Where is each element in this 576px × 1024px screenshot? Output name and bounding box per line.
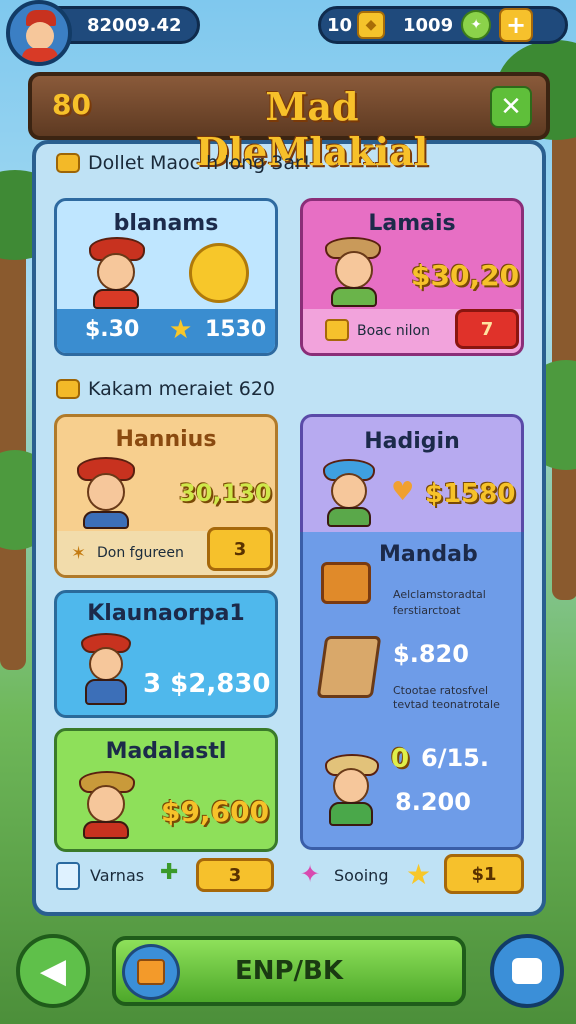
card-desc-3: Ctootae ratosfvel [393, 684, 489, 697]
card-price: 30,130 [179, 479, 272, 507]
farmer-character [79, 633, 133, 707]
farmer-character [323, 237, 383, 307]
card-desc-4: tevtad teonatrotale [393, 698, 500, 711]
close-button[interactable]: ✕ [490, 86, 532, 128]
card-title: Hannius [115, 427, 217, 452]
card-price-3: 8.200 [395, 788, 471, 816]
coin-amount: 82009.42 [87, 14, 182, 36]
chat-icon [512, 958, 542, 984]
card-footer: $.30 ★ 1530 [57, 309, 275, 353]
section-title-2: Kakam meraiet 620 [88, 378, 276, 400]
card-price-1: $.820 [393, 640, 469, 668]
resource-bar: 10 ◆ 1009 ✦ + [318, 6, 568, 44]
card-footer-text: Boac nilon [357, 323, 430, 339]
card-madalastl[interactable]: Madalastl $9,600 [54, 728, 278, 852]
card-price: $1580 [425, 479, 516, 509]
bread-icon: ✶ [71, 543, 87, 564]
footer-right-label: Sooing [334, 866, 389, 885]
card-title: Lamais [368, 211, 456, 236]
card-blanams[interactable]: blanams $.30 ★ 1530 [54, 198, 278, 356]
farmer-character [75, 771, 137, 841]
card-mandab[interactable]: Mandab Aelclamstoradtal ferstiarctoat $.… [300, 532, 524, 850]
main-action-button[interactable]: ENP/BK [112, 936, 466, 1006]
card-klaunaorpa1[interactable]: Klaunaorpa1 3 $2,830 [54, 590, 278, 718]
farmer-character [85, 237, 145, 309]
card-price: $9,600 [161, 795, 270, 828]
card-title: blanams [113, 211, 219, 236]
gold-block-icon: ◆ [357, 11, 385, 39]
add-currency-button[interactable]: + [499, 8, 534, 42]
candy-icon: ✦ [300, 860, 321, 888]
coin-stack-icon [56, 379, 80, 399]
gift-box-icon [325, 319, 349, 341]
star-icon: ★ [406, 858, 432, 891]
farmer-character [75, 457, 137, 529]
card-title: Madalastl [105, 739, 227, 764]
card-desc-2: ferstiarctoat [393, 604, 461, 617]
card-price: $30,20 [411, 259, 520, 292]
box-icon [56, 862, 80, 890]
farmer-character [323, 754, 383, 828]
card-lamais[interactable]: Lamais $30,20 Boac nilon 7 [300, 198, 524, 356]
card-title: Klaunaorpa1 [87, 601, 245, 626]
card-price-2: 6/15. [421, 744, 489, 772]
title-banner: 80 Mad DleMlakial ✕ [28, 72, 550, 174]
banner-level: 80 [52, 88, 91, 121]
chat-button[interactable] [490, 934, 564, 1008]
section-title-1: Dollet Maoc h long 3ar! [88, 152, 311, 174]
heart-icon: ♥ [391, 477, 415, 507]
buy-button[interactable]: 3 [207, 527, 273, 571]
card-footer: ✶ Don fgureen 3 [57, 527, 275, 575]
card-value: 1530 [205, 317, 267, 342]
main-action-label: ENP/BK [234, 956, 344, 986]
star-icon: ★ [169, 315, 193, 345]
footer-right-button[interactable]: $1 [444, 854, 524, 894]
buy-button[interactable]: 7 [455, 309, 519, 349]
footer-left-button[interactable]: 3 [196, 858, 274, 892]
gem-count: 1009 [403, 14, 454, 36]
section-header-1: Dollet Maoc h long 3ar! [56, 152, 310, 174]
player-avatar[interactable] [6, 0, 72, 66]
card-hannius[interactable]: Hannius 30,130 ✶ Don fgureen 3 [54, 414, 278, 578]
card-hadigin[interactable]: Hadigin ♥ $1580 [300, 414, 524, 534]
card-title: Mandab [379, 542, 478, 567]
card-title: Hadigin [364, 429, 460, 454]
arrow-left-icon: ◀ [39, 951, 67, 991]
card-footer-text: Don fgureen [97, 545, 184, 561]
footer-left-label: Varnas [90, 866, 145, 885]
card-price: $.30 [85, 317, 140, 342]
key-count: 10 [327, 14, 353, 36]
card-desc-1: Aelclamstoradtal [393, 588, 486, 601]
clover-icon: ✚ [160, 860, 179, 885]
cart-icon [316, 636, 382, 698]
gem-icon: ✦ [461, 10, 492, 40]
treasure-chest-icon [321, 562, 371, 604]
card-price: 3 $2,830 [143, 669, 271, 699]
coin-stack-icon [56, 153, 80, 173]
back-button[interactable]: ◀ [16, 934, 90, 1008]
card-footer: Boac nilon 7 [303, 309, 521, 353]
card-price-prefix: 0 [391, 744, 410, 774]
farmer-character [321, 459, 377, 529]
section-header-2: Kakam meraiet 620 [56, 378, 275, 400]
sun-icon [189, 243, 249, 303]
